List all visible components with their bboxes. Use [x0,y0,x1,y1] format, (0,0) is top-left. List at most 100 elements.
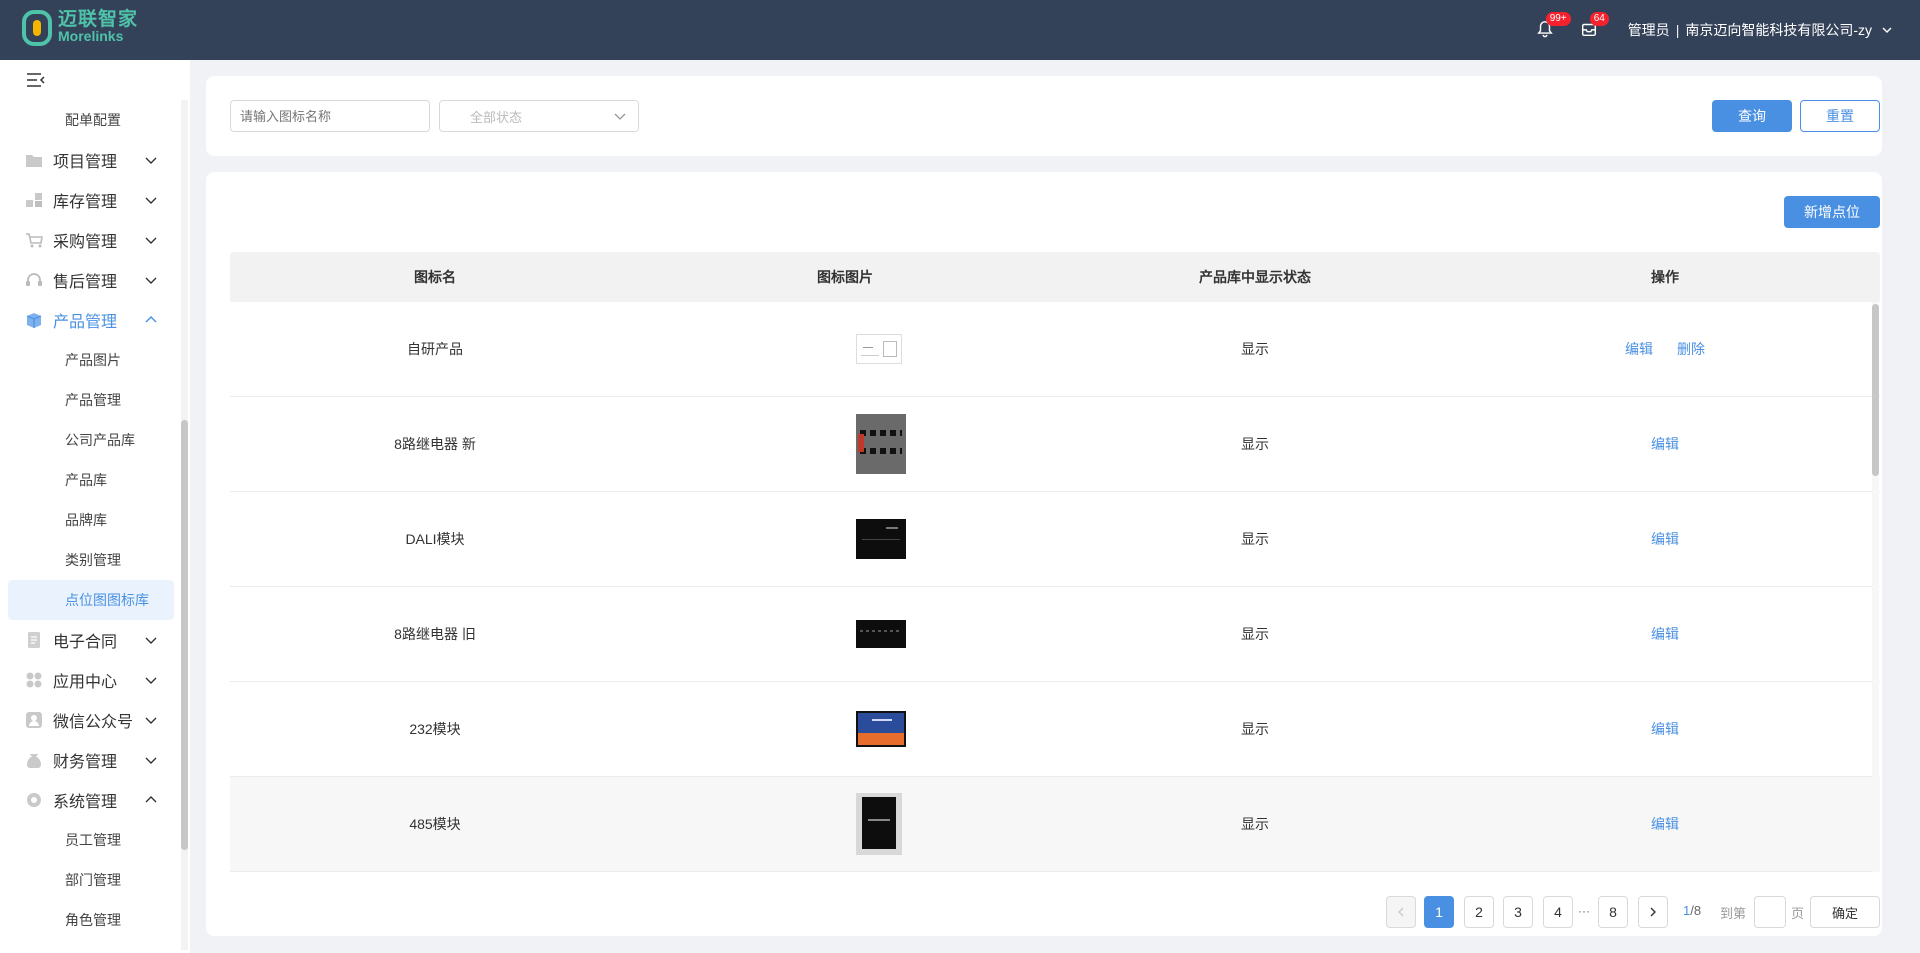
goto-label: 到第 [1720,906,1747,921]
menu-collapse-icon[interactable] [26,72,46,88]
sidebar-scrollbar-thumb[interactable] [181,420,188,850]
chevron-down-icon [145,277,157,284]
table-row: 485模块 显示 编辑 [230,777,1880,872]
notification-bell[interactable]: 99+ [1536,12,1571,40]
icon-name-cell: 8路继电器 旧 [394,626,476,642]
icon-name-cell: 485模块 [409,816,461,832]
page-ellipsis[interactable]: ··· [1578,904,1590,918]
page-4-button[interactable]: 4 [1543,896,1573,928]
sidebar-subitem-18[interactable]: 员工管理 [0,820,190,860]
sidebar-item-label: 产品管理 [53,314,118,331]
sidebar-item-5[interactable]: 产品管理 [0,300,190,340]
finance-icon [27,754,41,768]
sidebar-subitem-10[interactable]: 品牌库 [0,500,190,540]
top-header: 迈联智家 Morelinks 99+ 64 管理员 | 南京迈向智能科技有限公司… [0,0,1920,60]
chevron-down-icon [145,717,157,724]
icon-name-search-input[interactable] [230,100,430,132]
table-row: 232模块 显示 编辑 [230,682,1880,777]
icon-image-cell [640,620,1050,648]
sidebar-item-17[interactable]: 系统管理 [0,780,190,820]
chevron-down-icon[interactable] [1882,25,1892,35]
prev-page-button[interactable] [1386,896,1416,928]
sidebar-item-label: 微信公众号 [53,714,134,731]
table-row: 8路继电器 新 显示 编辑 [230,397,1880,492]
edit-link[interactable]: 编辑 [1651,436,1679,452]
icon-image-cell [640,793,1050,855]
table-row: 自研产品 显示 编辑 删除 [230,302,1880,397]
sidebar-item-13[interactable]: 电子合同 [0,620,190,660]
edit-link[interactable]: 编辑 [1651,816,1679,832]
icon-name-cell: DALI模块 [405,531,465,547]
add-point-button[interactable]: 新增点位 [1784,196,1880,228]
sidebar-item-15[interactable]: 微信公众号 [0,700,190,740]
message-badge: 64 [1589,12,1609,26]
icon-name-cell: 8路继电器 新 [394,436,476,452]
sidebar-subitem-9[interactable]: 产品库 [0,460,190,500]
headset-icon [26,273,42,286]
chevron-right-icon [1650,907,1656,917]
logo-cn-text: 迈联智家 [58,9,139,30]
sidebar-item-label: 系统管理 [53,794,118,811]
contract-icon [28,632,40,648]
icon-thumbnail[interactable] [856,793,902,855]
edit-link[interactable]: 编辑 [1651,721,1679,737]
sidebar-subitem-12[interactable]: 点位图图标库 [8,580,174,620]
status-select[interactable]: 全部状态 [439,100,639,132]
search-panel: 全部状态 查询 重置 [206,76,1882,156]
sidebar-item-label: 售后管理 [53,274,118,291]
page-3-button[interactable]: 3 [1503,896,1533,928]
icon-thumbnail[interactable] [856,519,906,559]
sidebar-menu: 配单配置 项目管理 库存管理 采购管理 售后管理 产品管理 产品图片 产品管理 公司产品库 产品库… [0,100,190,940]
edit-link[interactable]: 编辑 [1651,626,1679,642]
table-panel: 新增点位 图标名 图标图片 产品库中显示状态 操作 自研产品 显示 编辑 删除 8路继电… [206,172,1882,936]
folder-icon [26,155,42,167]
next-page-button[interactable] [1638,896,1668,928]
notification-badge: 99+ [1545,12,1571,26]
goto-confirm-button[interactable]: 确定 [1810,896,1880,928]
sidebar-item-4[interactable]: 售后管理 [0,260,190,300]
goto-page-input[interactable] [1754,896,1786,928]
chevron-up-icon [145,316,157,323]
sidebar-subitem-7[interactable]: 产品管理 [0,380,190,420]
company-name[interactable]: 南京迈向智能科技有限公司-zy [1685,20,1872,40]
table-scrollbar-thumb[interactable] [1872,304,1879,476]
message-button[interactable]: 64 [1580,12,1609,40]
page-8-button[interactable]: 8 [1598,896,1628,928]
sidebar-item-14[interactable]: 应用中心 [0,660,190,700]
delete-link[interactable]: 删除 [1677,341,1705,357]
sidebar: 配单配置 项目管理 库存管理 采购管理 售后管理 产品管理 产品图片 产品管理 公司产品库 产品库… [0,60,190,953]
status-select-value: 全部状态 [470,109,523,125]
display-status-cell: 显示 [1241,341,1269,357]
chevron-down-icon [145,637,157,644]
sidebar-subitem-20[interactable]: 角色管理 [0,900,190,940]
icon-thumbnail[interactable] [856,414,906,474]
chevron-left-icon [1398,907,1404,917]
chevron-up-icon [145,796,157,803]
sidebar-subitem-11[interactable]: 类别管理 [0,540,190,580]
user-role: 管理员 [1627,22,1670,38]
edit-link[interactable]: 编辑 [1651,531,1679,547]
page-2-button[interactable]: 2 [1464,896,1494,928]
icon-thumbnail[interactable] [856,711,906,747]
sidebar-subitem-8[interactable]: 公司产品库 [0,420,190,460]
logo[interactable]: 迈联智家 Morelinks [22,10,138,46]
sidebar-item-3[interactable]: 采购管理 [0,220,190,260]
icon-thumbnail[interactable] [856,334,902,364]
edit-link[interactable]: 编辑 [1625,341,1653,357]
sidebar-item-16[interactable]: 财务管理 [0,740,190,780]
sidebar-item-label: 应用中心 [53,674,118,691]
reset-button[interactable]: 重置 [1800,100,1880,132]
sidebar-item-1[interactable]: 项目管理 [0,140,190,180]
sidebar-subitem-0[interactable]: 配单配置 [0,100,190,140]
display-status-cell: 显示 [1241,531,1269,547]
page-1-button[interactable]: 1 [1424,896,1454,928]
sidebar-item-label: 财务管理 [53,754,118,771]
sidebar-item-label: 项目管理 [53,154,118,171]
sidebar-item-2[interactable]: 库存管理 [0,180,190,220]
table-row: DALI模块 显示 编辑 [230,492,1880,587]
icon-thumbnail[interactable] [856,620,906,648]
query-button[interactable]: 查询 [1712,100,1792,132]
sidebar-subitem-19[interactable]: 部门管理 [0,860,190,900]
sidebar-subitem-6[interactable]: 产品图片 [0,340,190,380]
icon-name-cell: 自研产品 [407,341,463,357]
